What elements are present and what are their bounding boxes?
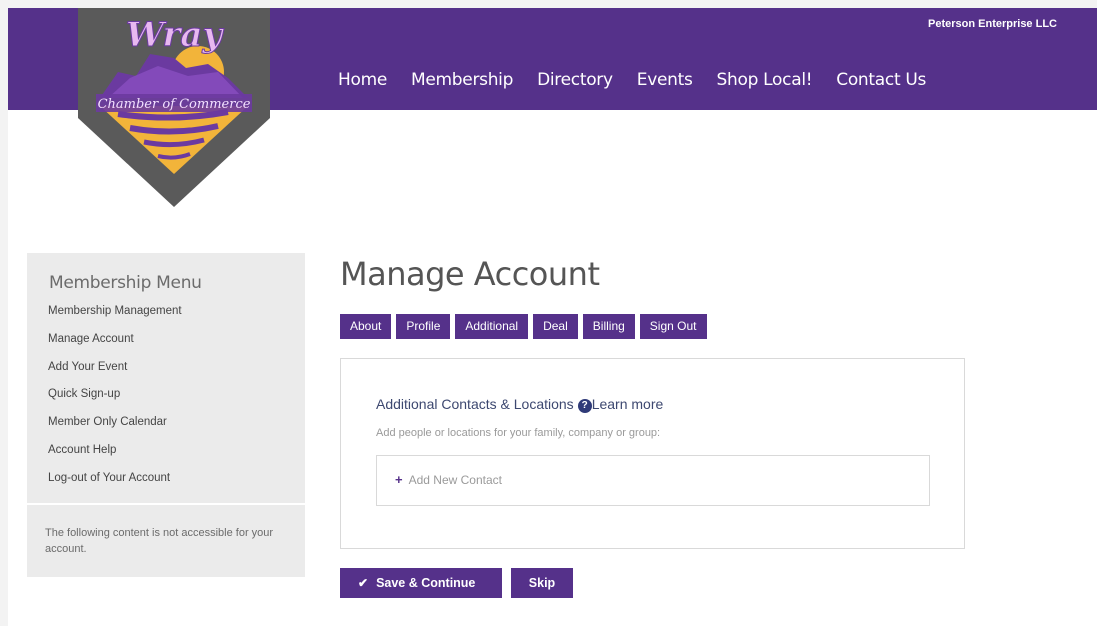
section-title-text: Additional Contacts & Locations [376,396,574,412]
save-label: Save & Continue [376,576,476,590]
menu-title: Membership Menu [49,273,202,293]
page: Peterson Enterprise LLC Home Membership … [8,8,1097,626]
nav-shop-local[interactable]: Shop Local! [717,70,813,90]
plus-icon: + [395,472,403,487]
logo-subtitle: Chamber of Commerce [98,97,251,112]
tab-profile[interactable]: Profile [396,314,451,339]
check-icon: ✔ [358,576,369,590]
additional-contacts-panel: Additional Contacts & Locations? Learn mo… [340,358,965,549]
sidebar-item-add-event[interactable]: Add Your Event [48,359,285,387]
main-nav: Home Membership Directory Events Shop Lo… [338,70,950,90]
section-description: Add people or locations for your family,… [376,427,661,439]
nav-home[interactable]: Home [338,70,387,90]
learn-more-link[interactable]: Learn more [592,396,664,412]
sidebar-item-manage-account[interactable]: Manage Account [48,331,285,359]
access-notice: The following content is not accessible … [27,505,305,577]
sidebar: Membership Menu Membership Management Ma… [27,253,305,577]
tab-about[interactable]: About [340,314,392,339]
tab-billing[interactable]: Billing [582,314,635,339]
tab-deal[interactable]: Deal [533,314,578,339]
sidebar-item-account-help[interactable]: Account Help [48,442,285,470]
form-actions: ✔ Save & Continue Skip [340,568,573,598]
membership-menu: Membership Menu Membership Management Ma… [27,253,305,503]
tab-additional[interactable]: Additional [455,314,529,339]
sidebar-item-logout[interactable]: Log-out of Your Account [48,470,285,498]
save-continue-button[interactable]: ✔ Save & Continue [340,568,502,598]
skip-button[interactable]: Skip [511,568,573,598]
nav-contact-us[interactable]: Contact Us [836,70,926,90]
chamber-logo[interactable]: Wray Chamber of Commerce [78,8,270,207]
sidebar-item-quick-signup[interactable]: Quick Sign-up [48,386,285,414]
help-icon[interactable]: ? [577,399,592,413]
add-new-contact-button[interactable]: + Add New Contact [376,455,930,506]
add-contact-label: Add New Contact [408,473,502,487]
account-tabs: About Profile Additional Deal Billing Si… [340,314,712,339]
account-name[interactable]: Peterson Enterprise LLC [928,18,1057,30]
nav-directory[interactable]: Directory [537,70,613,90]
section-title: Additional Contacts & Locations? Learn mo… [376,396,663,413]
sidebar-item-member-calendar[interactable]: Member Only Calendar [48,414,285,442]
logo-wordmark: Wray [126,15,225,55]
sidebar-item-membership-management[interactable]: Membership Management [48,303,285,331]
tab-sign-out[interactable]: Sign Out [639,314,707,339]
page-title: Manage Account [340,255,600,293]
nav-events[interactable]: Events [637,70,693,90]
nav-membership[interactable]: Membership [411,70,513,90]
